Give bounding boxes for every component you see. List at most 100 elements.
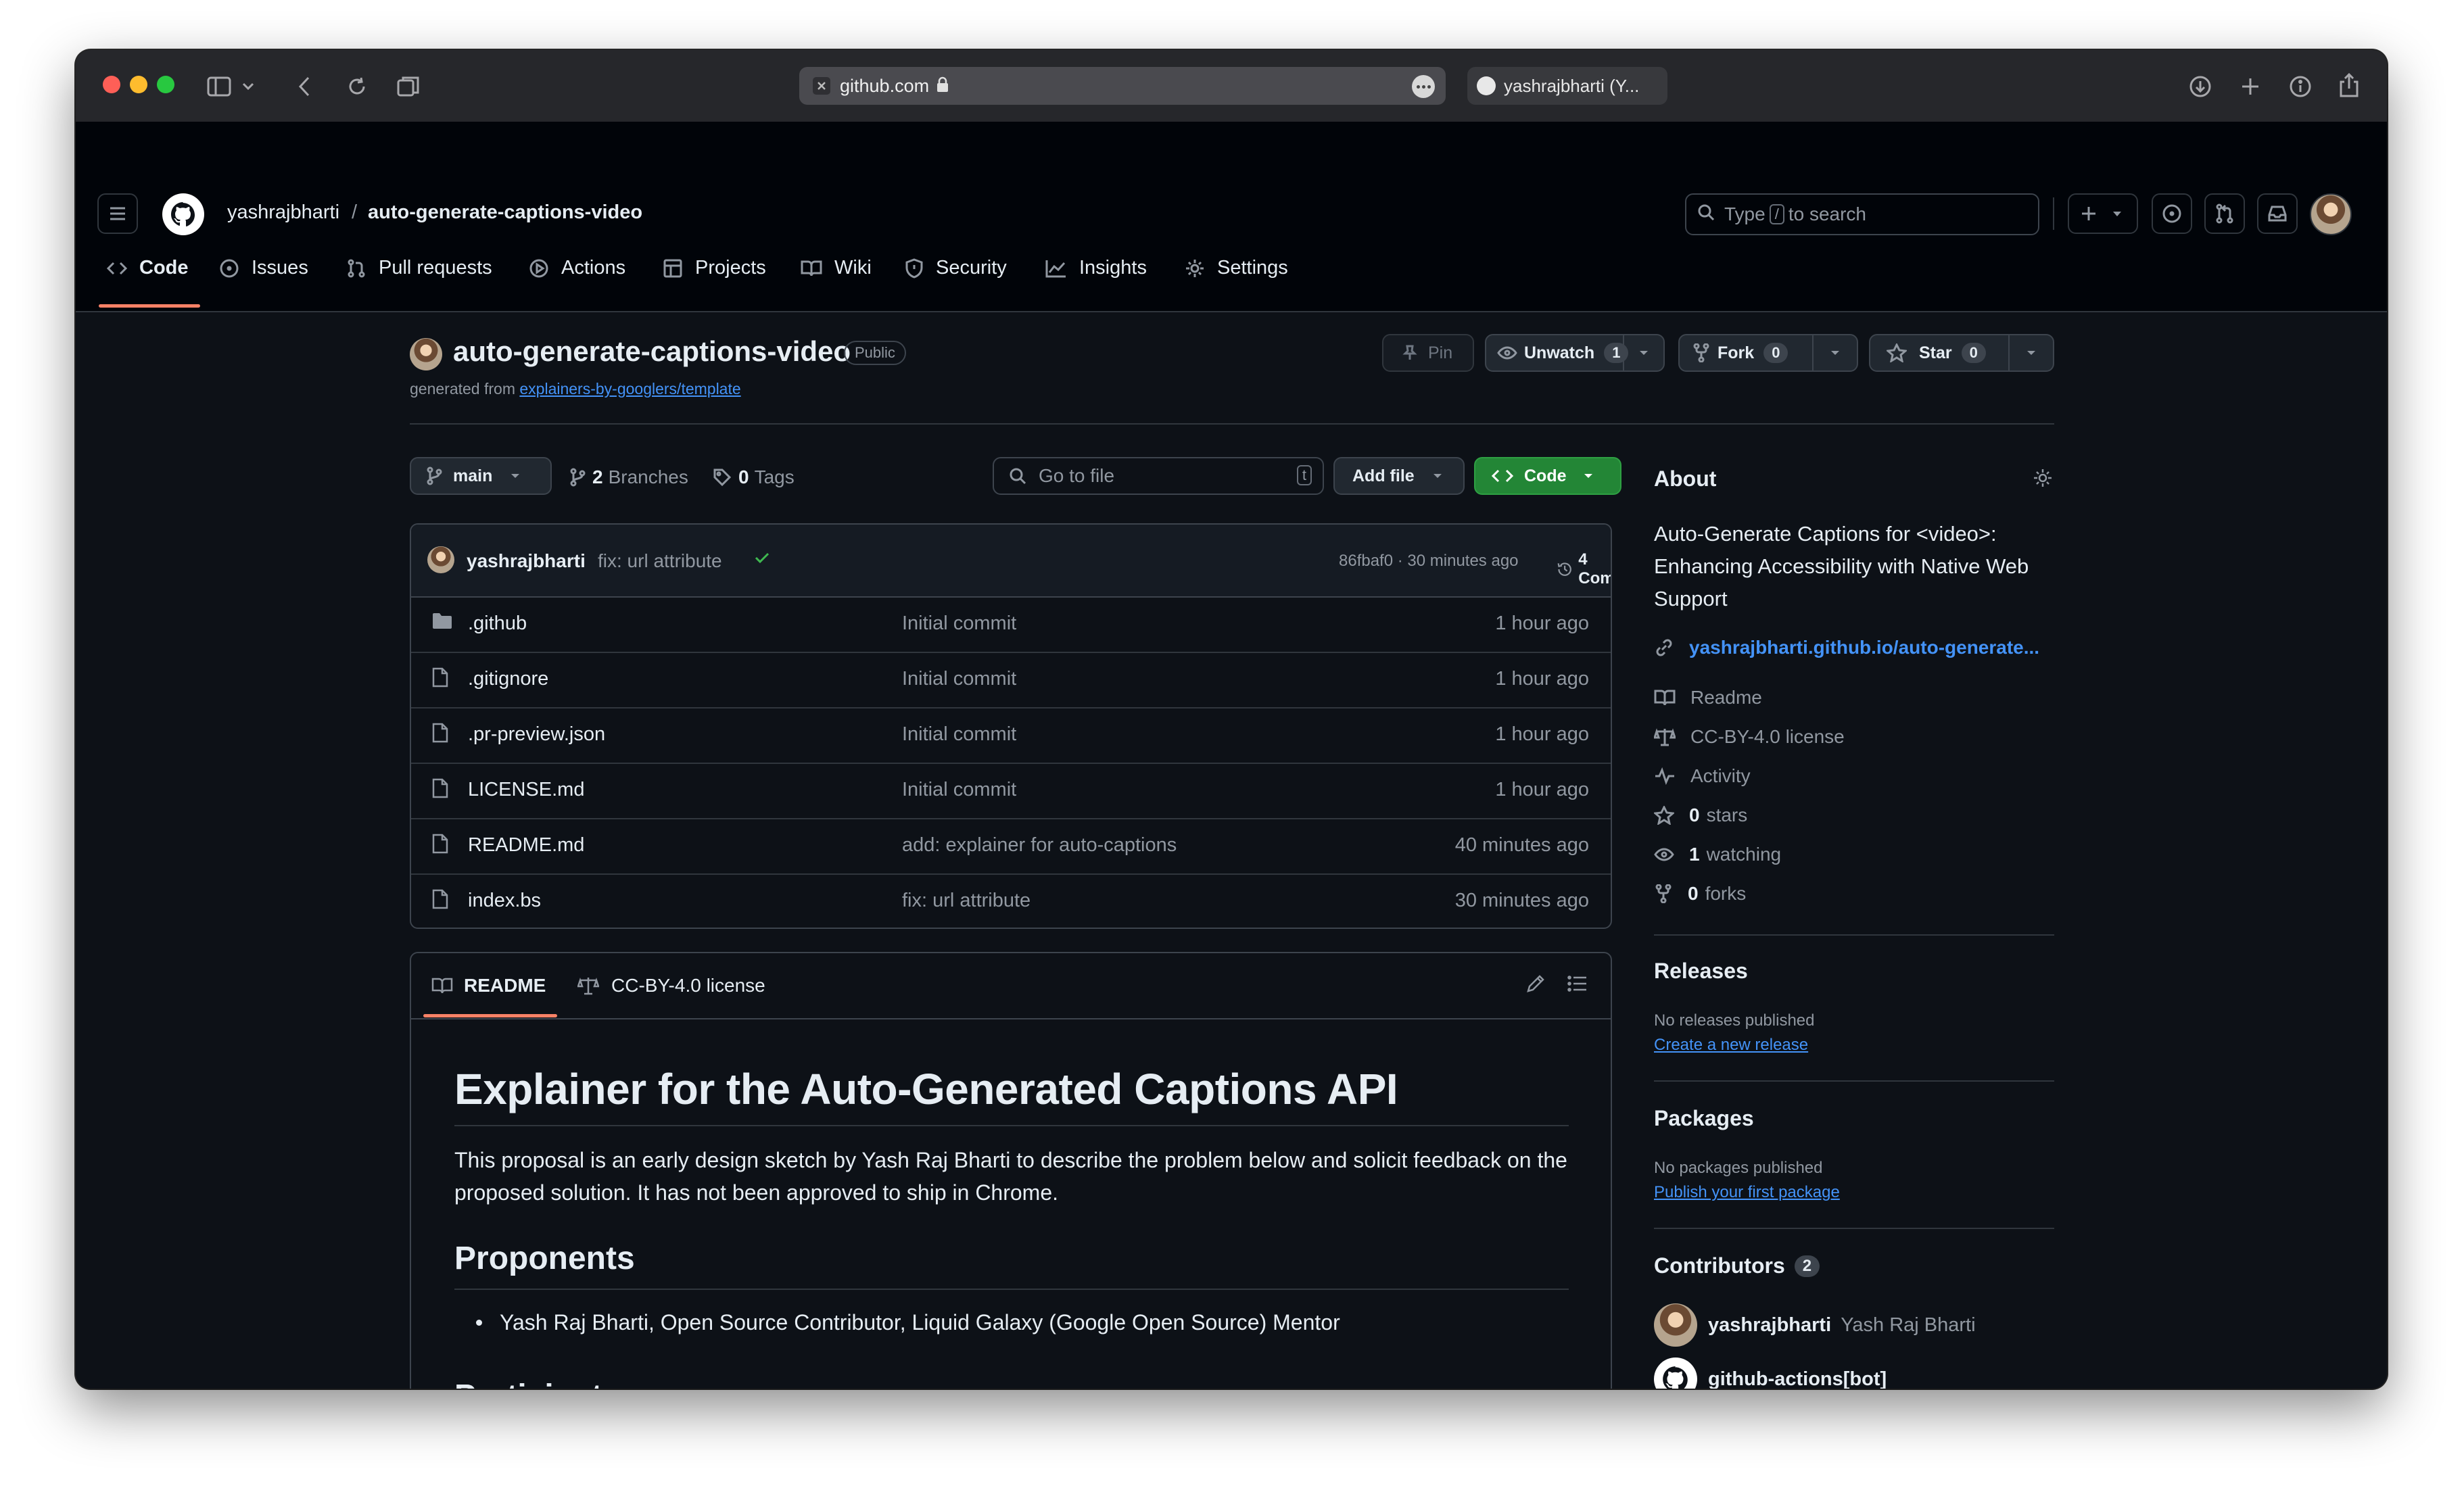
add-file-button[interactable]: Add file: [1333, 457, 1465, 495]
star-button[interactable]: Star 0: [1869, 334, 2054, 372]
file-name[interactable]: .pr-preview.json: [468, 723, 605, 746]
activity-link[interactable]: Activity: [1654, 765, 1751, 787]
zoom-window-button[interactable]: [157, 76, 174, 93]
tab-issues[interactable]: Issues: [219, 257, 308, 279]
code-icon: [1492, 469, 1513, 483]
chevron-down-icon[interactable]: [1812, 335, 1857, 370]
file-commit-message[interactable]: Initial commit: [902, 723, 1016, 746]
contributor-entry[interactable]: github-actions[bot]: [1708, 1368, 1887, 1389]
tab-wiki[interactable]: Wiki: [801, 257, 872, 279]
contributors-header[interactable]: Contributors 2: [1654, 1253, 1820, 1278]
commits-link[interactable]: 4 Commits: [1557, 550, 1611, 588]
pull-requests-icon[interactable]: [2204, 193, 2245, 234]
share-icon[interactable]: [2334, 69, 2364, 101]
file-commit-message[interactable]: add: explainer for auto-captions: [902, 834, 1177, 857]
tab-insights[interactable]: Insights: [1045, 257, 1147, 279]
commit-message[interactable]: fix: url attribute: [598, 550, 722, 572]
releases-heading[interactable]: Releases: [1654, 959, 1748, 984]
chevron-down-icon[interactable]: [1623, 335, 1663, 370]
sidebar-toggle-icon[interactable]: [204, 72, 234, 101]
repo-title[interactable]: auto-generate-captions-video: [453, 335, 851, 368]
contributor-avatar[interactable]: [1654, 1303, 1697, 1347]
unwatch-button[interactable]: Unwatch 1: [1485, 334, 1665, 372]
user-avatar[interactable]: [2310, 193, 2352, 235]
file-commit-message[interactable]: fix: url attribute: [902, 890, 1030, 912]
stars-link[interactable]: 0 stars: [1654, 804, 1747, 826]
create-new-button[interactable]: [2068, 193, 2138, 234]
file-commit-message[interactable]: Initial commit: [902, 668, 1016, 690]
info-icon[interactable]: [2285, 72, 2315, 101]
tab-overview-icon[interactable]: [392, 70, 425, 103]
file-name[interactable]: LICENSE.md: [468, 779, 584, 801]
tab-actions-label: Actions: [561, 257, 626, 279]
inbox-icon[interactable]: [2257, 193, 2298, 234]
chevron-down-icon[interactable]: [2008, 335, 2053, 370]
tab-settings[interactable]: Settings: [1185, 257, 1288, 279]
tab-code[interactable]: Code: [107, 257, 189, 279]
file-name[interactable]: .gitignore: [468, 668, 548, 690]
watching-link[interactable]: 1 watching: [1654, 844, 1781, 865]
readme-link[interactable]: Readme: [1654, 687, 1762, 708]
back-icon[interactable]: [291, 72, 318, 101]
list-icon[interactable]: [1567, 975, 1588, 996]
tab-security[interactable]: Security: [905, 257, 1007, 279]
code-button[interactable]: Code: [1474, 457, 1621, 495]
file-name[interactable]: .github: [468, 612, 527, 635]
pencil-icon[interactable]: [1525, 974, 1546, 997]
breadcrumb-repo[interactable]: auto-generate-captions-video: [368, 201, 642, 224]
minimize-window-button[interactable]: [130, 76, 147, 93]
file-row[interactable]: .github Initial commit 1 hour ago: [411, 596, 1611, 653]
license-link[interactable]: CC-BY-4.0 license: [1654, 726, 1845, 748]
readme-tab-indicator: [423, 1014, 557, 1017]
forks-link[interactable]: 0 forks: [1654, 883, 1746, 905]
file-row[interactable]: .gitignore Initial commit 1 hour ago: [411, 652, 1611, 708]
template-link[interactable]: explainers-by-googlers/template: [519, 380, 740, 398]
owner-avatar[interactable]: [410, 338, 442, 370]
breadcrumb-owner[interactable]: yashrajbharti: [227, 201, 339, 224]
file-commit-message[interactable]: Initial commit: [902, 779, 1016, 801]
fork-count: 0: [1763, 343, 1788, 363]
more-options-icon[interactable]: [1412, 75, 1435, 98]
fork-button[interactable]: Fork 0: [1678, 334, 1858, 372]
packages-heading[interactable]: Packages: [1654, 1106, 1754, 1131]
pin-button[interactable]: Pin: [1382, 334, 1474, 372]
create-release-link[interactable]: Create a new release: [1654, 1036, 1808, 1055]
go-to-file-input[interactable]: Go to file t: [993, 457, 1324, 495]
file-name[interactable]: README.md: [468, 834, 584, 857]
tab-license[interactable]: CC-BY-4.0 license: [577, 975, 765, 996]
menu-button[interactable]: [97, 193, 138, 234]
file-row[interactable]: index.bs fix: url attribute 30 minutes a…: [411, 873, 1611, 928]
file-name[interactable]: index.bs: [468, 890, 541, 912]
chevron-down-icon[interactable]: [238, 74, 258, 99]
download-icon[interactable]: [2185, 72, 2215, 101]
commit-sha-time[interactable]: 86fbaf0 · 30 minutes ago: [1339, 552, 1519, 571]
file-commit-message[interactable]: Initial commit: [902, 612, 1016, 635]
file-row[interactable]: README.md add: explainer for auto-captio…: [411, 818, 1611, 875]
tab-projects[interactable]: Projects: [663, 257, 766, 279]
file-row[interactable]: LICENSE.md Initial commit 1 hour ago: [411, 763, 1611, 819]
commit-author[interactable]: yashrajbharti: [467, 550, 586, 572]
tab-readme[interactable]: README: [431, 975, 546, 996]
reload-icon[interactable]: [342, 72, 372, 101]
close-window-button[interactable]: [103, 76, 120, 93]
tab-pull-requests[interactable]: Pull requests: [346, 257, 492, 279]
publish-package-link[interactable]: Publish your first package: [1654, 1183, 1840, 1202]
browser-toolbar: github.com yashrajbharti (Y...: [76, 50, 2387, 122]
website-link[interactable]: yashrajbharti.github.io/auto-generate...: [1654, 637, 2039, 658]
browser-tab[interactable]: yashrajbharti (Y...: [1467, 67, 1667, 105]
search-input[interactable]: Type / to search: [1685, 193, 2039, 235]
tags-link[interactable]: 0 Tags: [713, 466, 795, 488]
branch-selector[interactable]: main: [410, 457, 552, 495]
contributor-entry[interactable]: yashrajbharti Yash Raj Bharti: [1708, 1314, 1976, 1337]
github-logo-icon[interactable]: [162, 193, 204, 235]
commit-author-avatar[interactable]: [427, 546, 454, 573]
gear-icon[interactable]: [2033, 468, 2053, 491]
tab-actions[interactable]: Actions: [529, 257, 625, 279]
code-button-label: Code: [1524, 466, 1567, 485]
branches-link[interactable]: 2 Branches: [569, 466, 688, 488]
github-actions-avatar[interactable]: [1654, 1357, 1697, 1389]
address-bar[interactable]: github.com: [799, 67, 1446, 105]
new-tab-icon[interactable]: [2235, 72, 2265, 101]
issues-icon[interactable]: [2152, 193, 2192, 234]
file-row[interactable]: .pr-preview.json Initial commit 1 hour a…: [411, 707, 1611, 764]
